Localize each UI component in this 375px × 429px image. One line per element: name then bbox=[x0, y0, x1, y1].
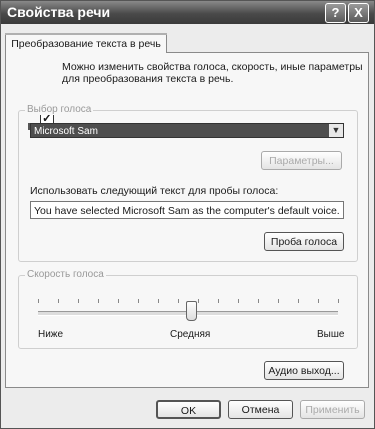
slider-tick bbox=[338, 299, 339, 303]
intro-line-2: для преобразования текста в речь. bbox=[62, 73, 234, 85]
voice-select[interactable]: Microsoft Sam ▼ bbox=[30, 123, 344, 138]
slider-tick bbox=[158, 299, 159, 303]
title-bar[interactable]: Свойства речи ? X bbox=[1, 1, 374, 24]
voice-select-value: Microsoft Sam bbox=[34, 126, 98, 137]
slider-tick bbox=[318, 299, 319, 303]
preview-label: Использовать следующий текст для пробы г… bbox=[30, 185, 279, 197]
intro-text: Можно изменить свойства голоса, скорость… bbox=[62, 61, 363, 85]
tab-panel: ✓ Можно изменить свойства голоса, скорос… bbox=[5, 52, 369, 388]
window-title: Свойства речи bbox=[7, 4, 111, 20]
speed-slider-thumb[interactable] bbox=[186, 301, 197, 321]
slider-tick bbox=[78, 299, 79, 303]
close-button[interactable]: X bbox=[348, 3, 369, 23]
preview-text-field[interactable]: You have selected Microsoft Sam as the c… bbox=[30, 201, 344, 219]
slider-tick bbox=[218, 299, 219, 303]
preview-voice-button[interactable]: Проба голоса bbox=[264, 232, 344, 251]
slider-tick bbox=[58, 299, 59, 303]
tab-text-to-speech[interactable]: Преобразование текста в речь bbox=[5, 33, 167, 53]
speed-label-medium: Средняя bbox=[170, 329, 211, 340]
slider-tick bbox=[278, 299, 279, 303]
slider-tick bbox=[178, 299, 179, 303]
speed-label-fast: Выше bbox=[317, 329, 345, 340]
cancel-button[interactable]: Отмена bbox=[228, 400, 293, 419]
voice-group-legend: Выбор голоса bbox=[25, 104, 94, 115]
settings-button[interactable]: Параметры... bbox=[261, 151, 342, 170]
slider-tick bbox=[198, 299, 199, 303]
audio-output-button[interactable]: Аудио выход... bbox=[264, 361, 344, 380]
slider-tick bbox=[298, 299, 299, 303]
speech-properties-window: Свойства речи ? X Преобразование текста … bbox=[0, 0, 375, 429]
slider-tick bbox=[38, 299, 39, 303]
slider-tick bbox=[238, 299, 239, 303]
speed-group-legend: Скорость голоса bbox=[25, 269, 106, 280]
ok-button[interactable]: OK bbox=[156, 400, 221, 419]
slider-tick bbox=[98, 299, 99, 303]
apply-button[interactable]: Применить bbox=[300, 400, 365, 419]
slider-tick bbox=[138, 299, 139, 303]
help-button[interactable]: ? bbox=[325, 3, 346, 23]
slider-tick bbox=[258, 299, 259, 303]
chevron-down-icon[interactable]: ▼ bbox=[329, 124, 343, 137]
intro-line-1: Можно изменить свойства голоса, скорость… bbox=[62, 61, 363, 73]
slider-tick bbox=[118, 299, 119, 303]
speed-label-slow: Ниже bbox=[38, 329, 64, 340]
